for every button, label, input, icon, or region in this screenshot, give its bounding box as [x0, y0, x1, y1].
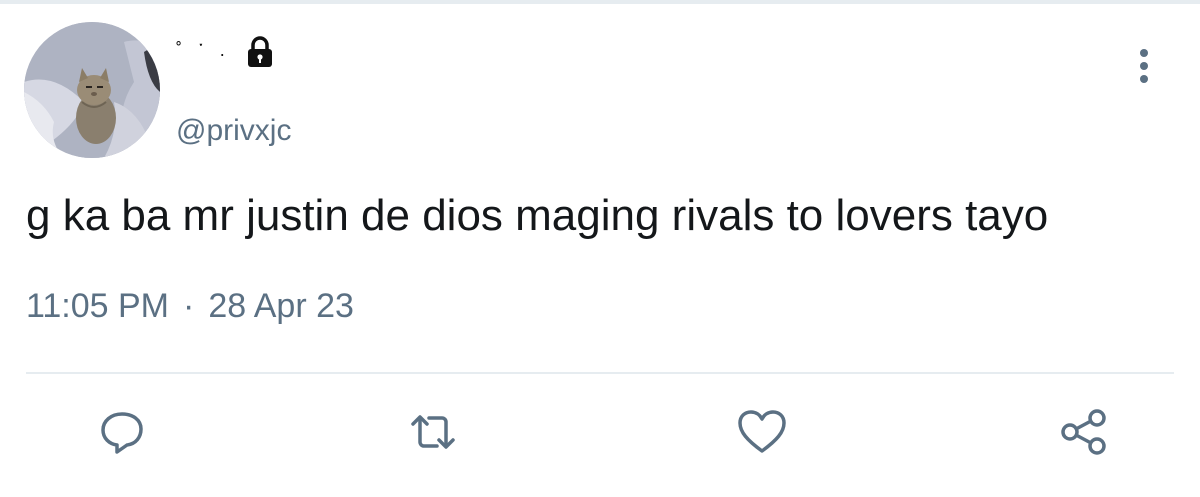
lock-icon	[245, 35, 275, 73]
tweet-timestamp[interactable]: 11:05 PM · 28 Apr 23	[26, 286, 354, 327]
share-icon	[1061, 409, 1106, 455]
action-bar	[0, 404, 1200, 464]
share-button[interactable]	[1056, 404, 1112, 460]
tweet-card: ˚ ་ . @privxjc g ka ba mr justin de dios…	[0, 0, 1200, 497]
reply-button[interactable]	[94, 404, 150, 460]
display-name[interactable]: ˚ ་ .	[176, 41, 231, 59]
top-divider	[0, 0, 1200, 4]
retweet-button[interactable]	[405, 404, 461, 460]
tweet-time: 11:05 PM	[26, 287, 170, 325]
actions-divider	[26, 372, 1174, 374]
user-handle[interactable]: @privxjc	[176, 116, 291, 146]
tweet-text: g ka ba mr justin de dios maging rivals …	[26, 191, 1049, 240]
meta-separator: ·	[183, 287, 195, 325]
reply-icon	[101, 412, 143, 454]
avatar[interactable]	[24, 22, 160, 158]
display-name-row[interactable]: ˚ ་ .	[176, 34, 275, 74]
more-options-button[interactable]	[1126, 46, 1162, 86]
like-button[interactable]	[734, 404, 790, 460]
retweet-icon	[411, 415, 455, 449]
more-vertical-icon	[1140, 49, 1148, 83]
heart-icon	[738, 410, 786, 453]
tweet-date: 28 Apr 23	[208, 287, 354, 325]
